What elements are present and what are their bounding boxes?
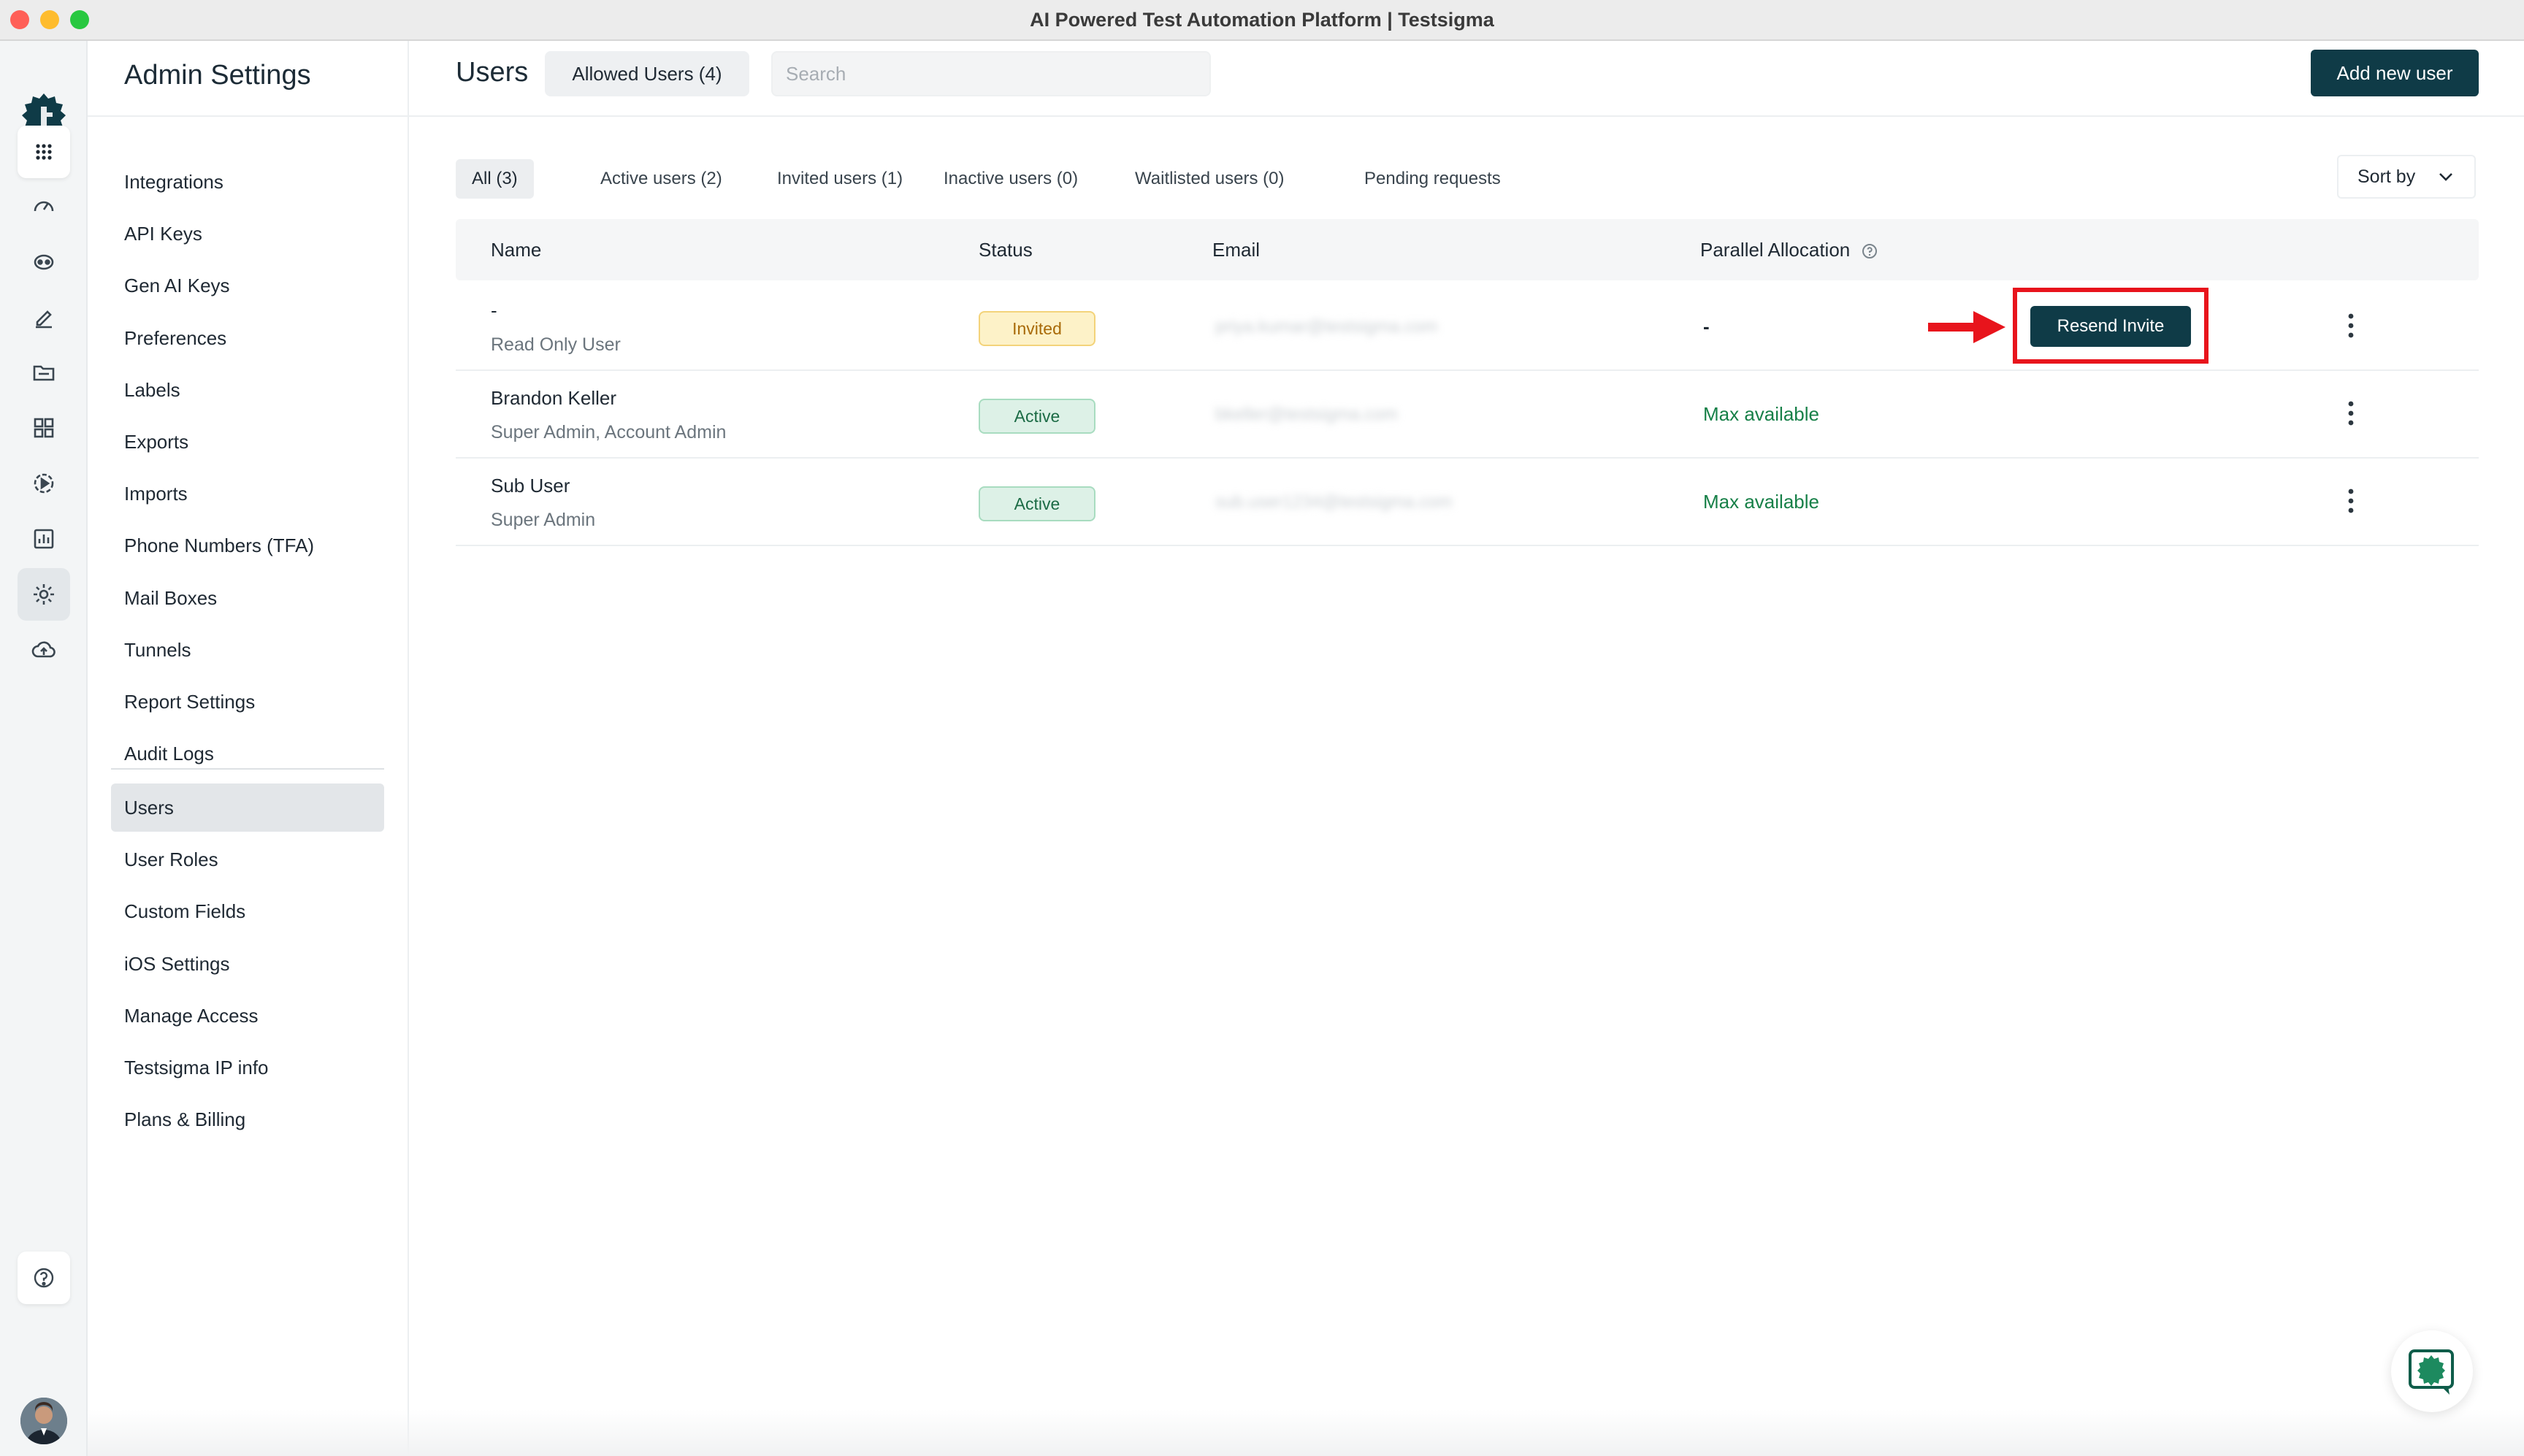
user-role: Read Only User — [491, 334, 621, 355]
sidebar-item-custom-fields[interactable]: Custom Fields — [111, 887, 384, 935]
title-bar: AI Powered Test Automation Platform | Te… — [0, 0, 2524, 41]
play-run-icon[interactable] — [18, 457, 70, 510]
sort-by-label: Sort by — [2357, 166, 2416, 187]
tab-waitlisted-users[interactable]: Waitlisted users (0) — [1119, 159, 1301, 199]
bottom-shadow — [88, 1409, 2524, 1456]
chat-bubble-icon — [2409, 1349, 2454, 1395]
sidebar-item-gen-ai-keys[interactable]: Gen AI Keys — [111, 261, 384, 310]
user-email: priya.kumar@testsigma.com — [1215, 317, 1438, 337]
sidebar-item-plans-billing[interactable]: Plans & Billing — [111, 1095, 384, 1143]
sidebar-divider — [111, 768, 384, 770]
sidebar-item-manage-access[interactable]: Manage Access — [111, 992, 384, 1040]
reports-chart-icon[interactable] — [18, 513, 70, 565]
sidebar-item-imports[interactable]: Imports — [111, 470, 384, 518]
column-email[interactable]: Email — [1212, 219, 1260, 280]
sidebar-item-exports[interactable]: Exports — [111, 418, 384, 466]
column-parallel-allocation-label: Parallel Allocation — [1700, 239, 1851, 261]
more-options-icon[interactable] — [2340, 310, 2362, 342]
icon-rail — [0, 41, 88, 1456]
status-badge: Invited — [979, 311, 1095, 346]
dashboard-gauge-icon[interactable] — [18, 180, 70, 232]
sidebar-item-api-keys[interactable]: API Keys — [111, 210, 384, 258]
sidebar-item-phone-numbers[interactable]: Phone Numbers (TFA) — [111, 521, 384, 570]
user-name: Sub User — [491, 475, 570, 497]
sidebar-title: Admin Settings — [124, 60, 311, 91]
red-arrow-annotation-icon — [1928, 311, 2005, 343]
resend-invite-button[interactable]: Resend Invite — [2030, 306, 2191, 347]
folder-icon[interactable] — [18, 346, 70, 399]
tab-inactive-users[interactable]: Inactive users (0) — [928, 159, 1094, 199]
tab-invited-users[interactable]: Invited users (1) — [761, 159, 919, 199]
robot-agent-icon[interactable] — [18, 235, 70, 288]
info-circle-icon[interactable] — [1861, 242, 1878, 260]
sidebar-item-ios-settings[interactable]: iOS Settings — [111, 940, 384, 988]
parallel-allocation: Max available — [1703, 491, 1819, 513]
page-title: Users — [456, 57, 529, 88]
sidebar-item-user-roles[interactable]: User Roles — [111, 835, 384, 884]
allowed-users-badge[interactable]: Allowed Users (4) — [545, 51, 749, 96]
user-name: - — [491, 299, 497, 321]
sidebar-item-mail-boxes[interactable]: Mail Boxes — [111, 574, 384, 622]
help-icon[interactable] — [18, 1252, 70, 1304]
support-chat-button[interactable] — [2391, 1330, 2473, 1412]
parallel-allocation: - — [1703, 315, 1710, 337]
edit-pen-icon[interactable] — [18, 291, 70, 343]
settings-sidebar: Admin Settings Integrations API Keys Gen… — [88, 41, 409, 1456]
add-new-user-button[interactable]: Add new user — [2311, 50, 2479, 96]
sidebar-item-preferences[interactable]: Preferences — [111, 314, 384, 362]
sidebar-item-tunnels[interactable]: Tunnels — [111, 626, 384, 674]
status-badge: Active — [979, 399, 1095, 434]
more-options-icon[interactable] — [2340, 397, 2362, 429]
user-name: Brandon Keller — [491, 387, 616, 409]
tab-all[interactable]: All (3) — [456, 159, 534, 199]
window-title: AI Powered Test Automation Platform | Te… — [1030, 9, 1494, 31]
sidebar-item-integrations[interactable]: Integrations — [111, 158, 384, 206]
main-content: Users Allowed Users (4) Add new user All… — [409, 41, 2524, 1456]
table-row[interactable]: Brandon Keller Super Admin, Account Admi… — [456, 371, 2479, 459]
chevron-down-icon — [2439, 173, 2452, 181]
gear-icon[interactable] — [18, 568, 70, 621]
modules-grid-icon[interactable] — [18, 402, 70, 454]
tab-pending-requests[interactable]: Pending requests — [1348, 159, 1517, 199]
sidebar-item-report-settings[interactable]: Report Settings — [111, 678, 384, 726]
app-window: AI Powered Test Automation Platform | Te… — [0, 0, 2524, 1456]
sidebar-item-labels[interactable]: Labels — [111, 366, 384, 414]
apps-grid-icon[interactable] — [18, 126, 70, 178]
page-header: Users Allowed Users (4) Add new user — [409, 41, 2524, 117]
user-avatar[interactable] — [20, 1398, 67, 1444]
user-email: sub.user1234@testsigma.com — [1215, 492, 1453, 512]
sidebar-item-users[interactable]: Users — [111, 783, 384, 832]
more-options-icon[interactable] — [2340, 485, 2362, 517]
sidebar-item-ip-info[interactable]: Testsigma IP info — [111, 1043, 384, 1092]
column-name[interactable]: Name — [491, 219, 541, 280]
column-parallel-allocation[interactable]: Parallel Allocation — [1700, 219, 1878, 280]
status-badge: Active — [979, 486, 1095, 521]
table-header: Name Status Email Parallel Allocation — [456, 219, 2479, 280]
sort-by-dropdown[interactable]: Sort by — [2337, 155, 2476, 199]
sidebar-item-audit-logs[interactable]: Audit Logs — [111, 729, 384, 778]
cloud-upload-icon[interactable] — [18, 624, 70, 676]
user-role: Super Admin, Account Admin — [491, 422, 727, 442]
user-role: Super Admin — [491, 510, 596, 530]
sidebar-header: Admin Settings — [88, 41, 409, 117]
user-email: bkeller@testsigma.com — [1215, 405, 1398, 424]
table-row[interactable]: Sub User Super Admin Active sub.user1234… — [456, 459, 2479, 546]
column-status[interactable]: Status — [979, 219, 1033, 280]
tab-active-users[interactable]: Active users (2) — [584, 159, 738, 199]
search-input[interactable] — [771, 51, 1211, 96]
parallel-allocation: Max available — [1703, 403, 1819, 425]
